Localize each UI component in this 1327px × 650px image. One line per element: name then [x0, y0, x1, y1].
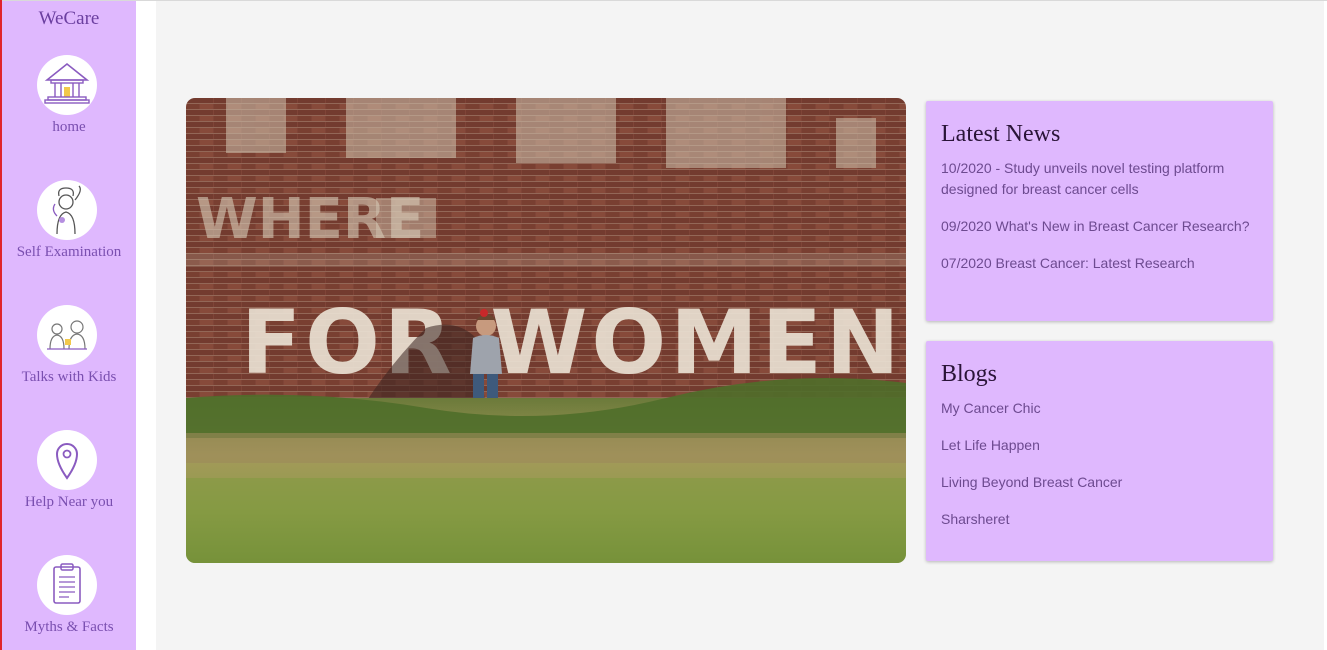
sidebar-item-label: Help Near you — [24, 494, 114, 510]
sidebar-item-label: Talks with Kids — [21, 369, 117, 385]
latest-news-title: Latest News — [941, 121, 1061, 147]
blog-link[interactable]: Sharsheret — [941, 509, 1258, 530]
sidebar-item-label: Self Examination — [16, 244, 122, 260]
home-icon — [37, 55, 97, 115]
news-link[interactable]: 07/2020 Breast Cancer: Latest Research — [941, 253, 1258, 274]
sidebar-item-help-near-you[interactable]: Help Near you — [2, 430, 136, 540]
sidebar-gutter — [136, 1, 156, 650]
sidebar-item-label: Myths & Facts — [24, 619, 114, 635]
talks-with-kids-icon — [37, 305, 97, 365]
blogs-card: Blogs My Cancer Chic Let Life Happen Liv… — [926, 341, 1273, 561]
blog-link[interactable]: My Cancer Chic — [941, 398, 1258, 419]
hero-photo-brick-wall: WHERE FOR WOMEN — [186, 98, 906, 563]
blogs-title: Blogs — [941, 361, 998, 387]
sidebar-item-talks-with-kids[interactable]: Talks with Kids — [2, 305, 136, 415]
news-link[interactable]: 09/2020 What's New in Breast Cancer Rese… — [941, 216, 1258, 237]
self-examination-icon — [37, 180, 97, 240]
sidebar-item-myths-facts[interactable]: Myths & Facts — [2, 555, 136, 650]
sidebar-item-label: home — [52, 119, 86, 135]
hero-image: WHERE FOR WOMEN — [186, 98, 906, 563]
sidebar-item-home[interactable]: home — [2, 55, 136, 165]
news-link[interactable]: 10/2020 - Study unveils novel testing pl… — [941, 158, 1258, 200]
brand-title: WeCare — [38, 8, 100, 29]
blog-link[interactable]: Living Beyond Breast Cancer — [941, 472, 1258, 493]
sidebar-item-self-examination[interactable]: Self Examination — [2, 180, 136, 290]
blog-link[interactable]: Let Life Happen — [941, 435, 1258, 456]
sidebar: WeCare home Self Examination Talks with … — [2, 1, 136, 650]
latest-news-card: Latest News 10/2020 - Study unveils nove… — [926, 101, 1273, 321]
location-pin-icon — [37, 430, 97, 490]
clipboard-icon — [37, 555, 97, 615]
